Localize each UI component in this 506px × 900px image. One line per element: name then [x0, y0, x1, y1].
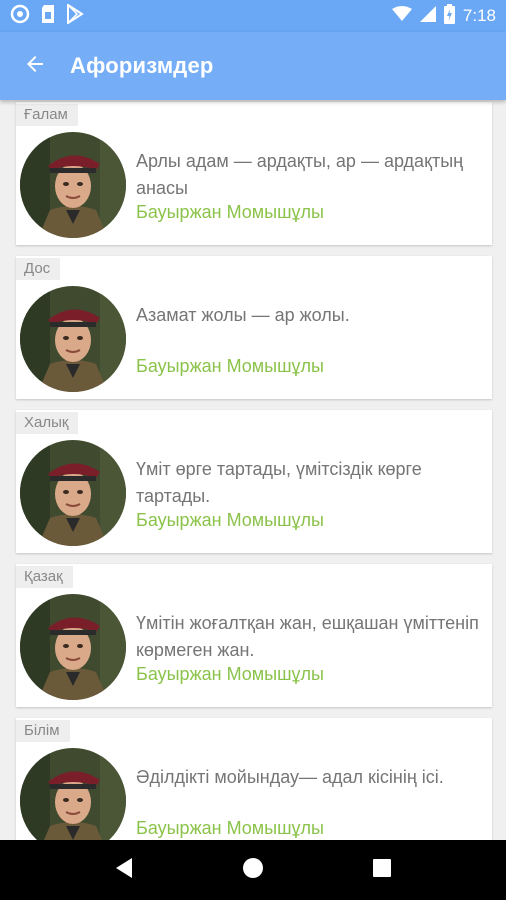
quote-text: Үмітін жоғалтқан жан, ешқашан үміттеніп …	[136, 613, 479, 660]
circle-icon	[10, 4, 30, 29]
status-left-icons	[10, 2, 84, 29]
quote-text: Арлы адам — ардақты, ар — ардақтың анасы	[136, 151, 464, 198]
author-name: Бауыржан Момышұлы	[136, 818, 324, 838]
system-nav-bar	[0, 840, 506, 900]
quote-text: Үміт өрге тартады, үмітсіздік көрге тарт…	[136, 459, 422, 506]
recents-square-icon	[372, 858, 392, 883]
quote-text: Азамат жолы — ар жолы.	[136, 305, 350, 325]
nav-home-button[interactable]	[233, 850, 273, 890]
aphorism-card[interactable]: Білім Әділдікті мойындау— адал кісінің і…	[16, 718, 492, 840]
category-label: Халық	[16, 412, 79, 434]
arrow-back-icon	[23, 52, 47, 81]
category-label: Қазақ	[16, 566, 73, 588]
category-label: Ғалам	[16, 104, 78, 126]
sim-card-icon	[40, 4, 56, 29]
quote-text: Әділдікті мойындау— адал кісінің ісі.	[136, 767, 444, 787]
status-right-icons: 7:18	[391, 3, 496, 29]
battery-icon	[443, 3, 455, 29]
aphorism-card[interactable]: Дос Азамат жолы — ар жолы. Бауыржан Момы…	[16, 256, 492, 399]
wifi-icon	[391, 5, 412, 27]
back-button[interactable]	[0, 32, 70, 100]
home-circle-icon	[242, 857, 264, 884]
signal-icon	[419, 5, 436, 27]
author-name: Бауыржан Момышұлы	[136, 510, 324, 530]
status-bar: 7:18	[0, 0, 506, 32]
category-label: Дос	[16, 258, 61, 280]
nav-recents-button[interactable]	[362, 850, 402, 890]
back-triangle-icon	[114, 857, 134, 884]
aphorism-list[interactable]: Ғалам Арлы адам — ардақты, ар — ардақтың…	[0, 100, 506, 840]
author-avatar	[20, 286, 126, 392]
app-bar: Афоризмдер	[0, 32, 506, 100]
author-avatar	[20, 748, 126, 840]
page-title: Афоризмдер	[70, 53, 214, 78]
category-label: Білім	[16, 720, 70, 742]
aphorism-card[interactable]: Қазақ Үмітін жоғалтқан жан, ешқашан үміт…	[16, 564, 492, 707]
aphorism-card[interactable]: Халық Үміт өрге тартады, үмітсіздік көрг…	[16, 410, 492, 553]
author-name: Бауыржан Момышұлы	[136, 202, 324, 222]
play-store-icon	[66, 2, 84, 29]
author-name: Бауыржан Момышұлы	[136, 356, 324, 376]
author-avatar	[20, 594, 126, 700]
status-time: 7:18	[462, 6, 496, 25]
author-name: Бауыржан Момышұлы	[136, 664, 324, 684]
nav-back-button[interactable]	[104, 850, 144, 890]
author-avatar	[20, 440, 126, 546]
aphorism-card[interactable]: Ғалам Арлы адам — ардақты, ар — ардақтың…	[16, 102, 492, 245]
author-avatar	[20, 132, 126, 238]
